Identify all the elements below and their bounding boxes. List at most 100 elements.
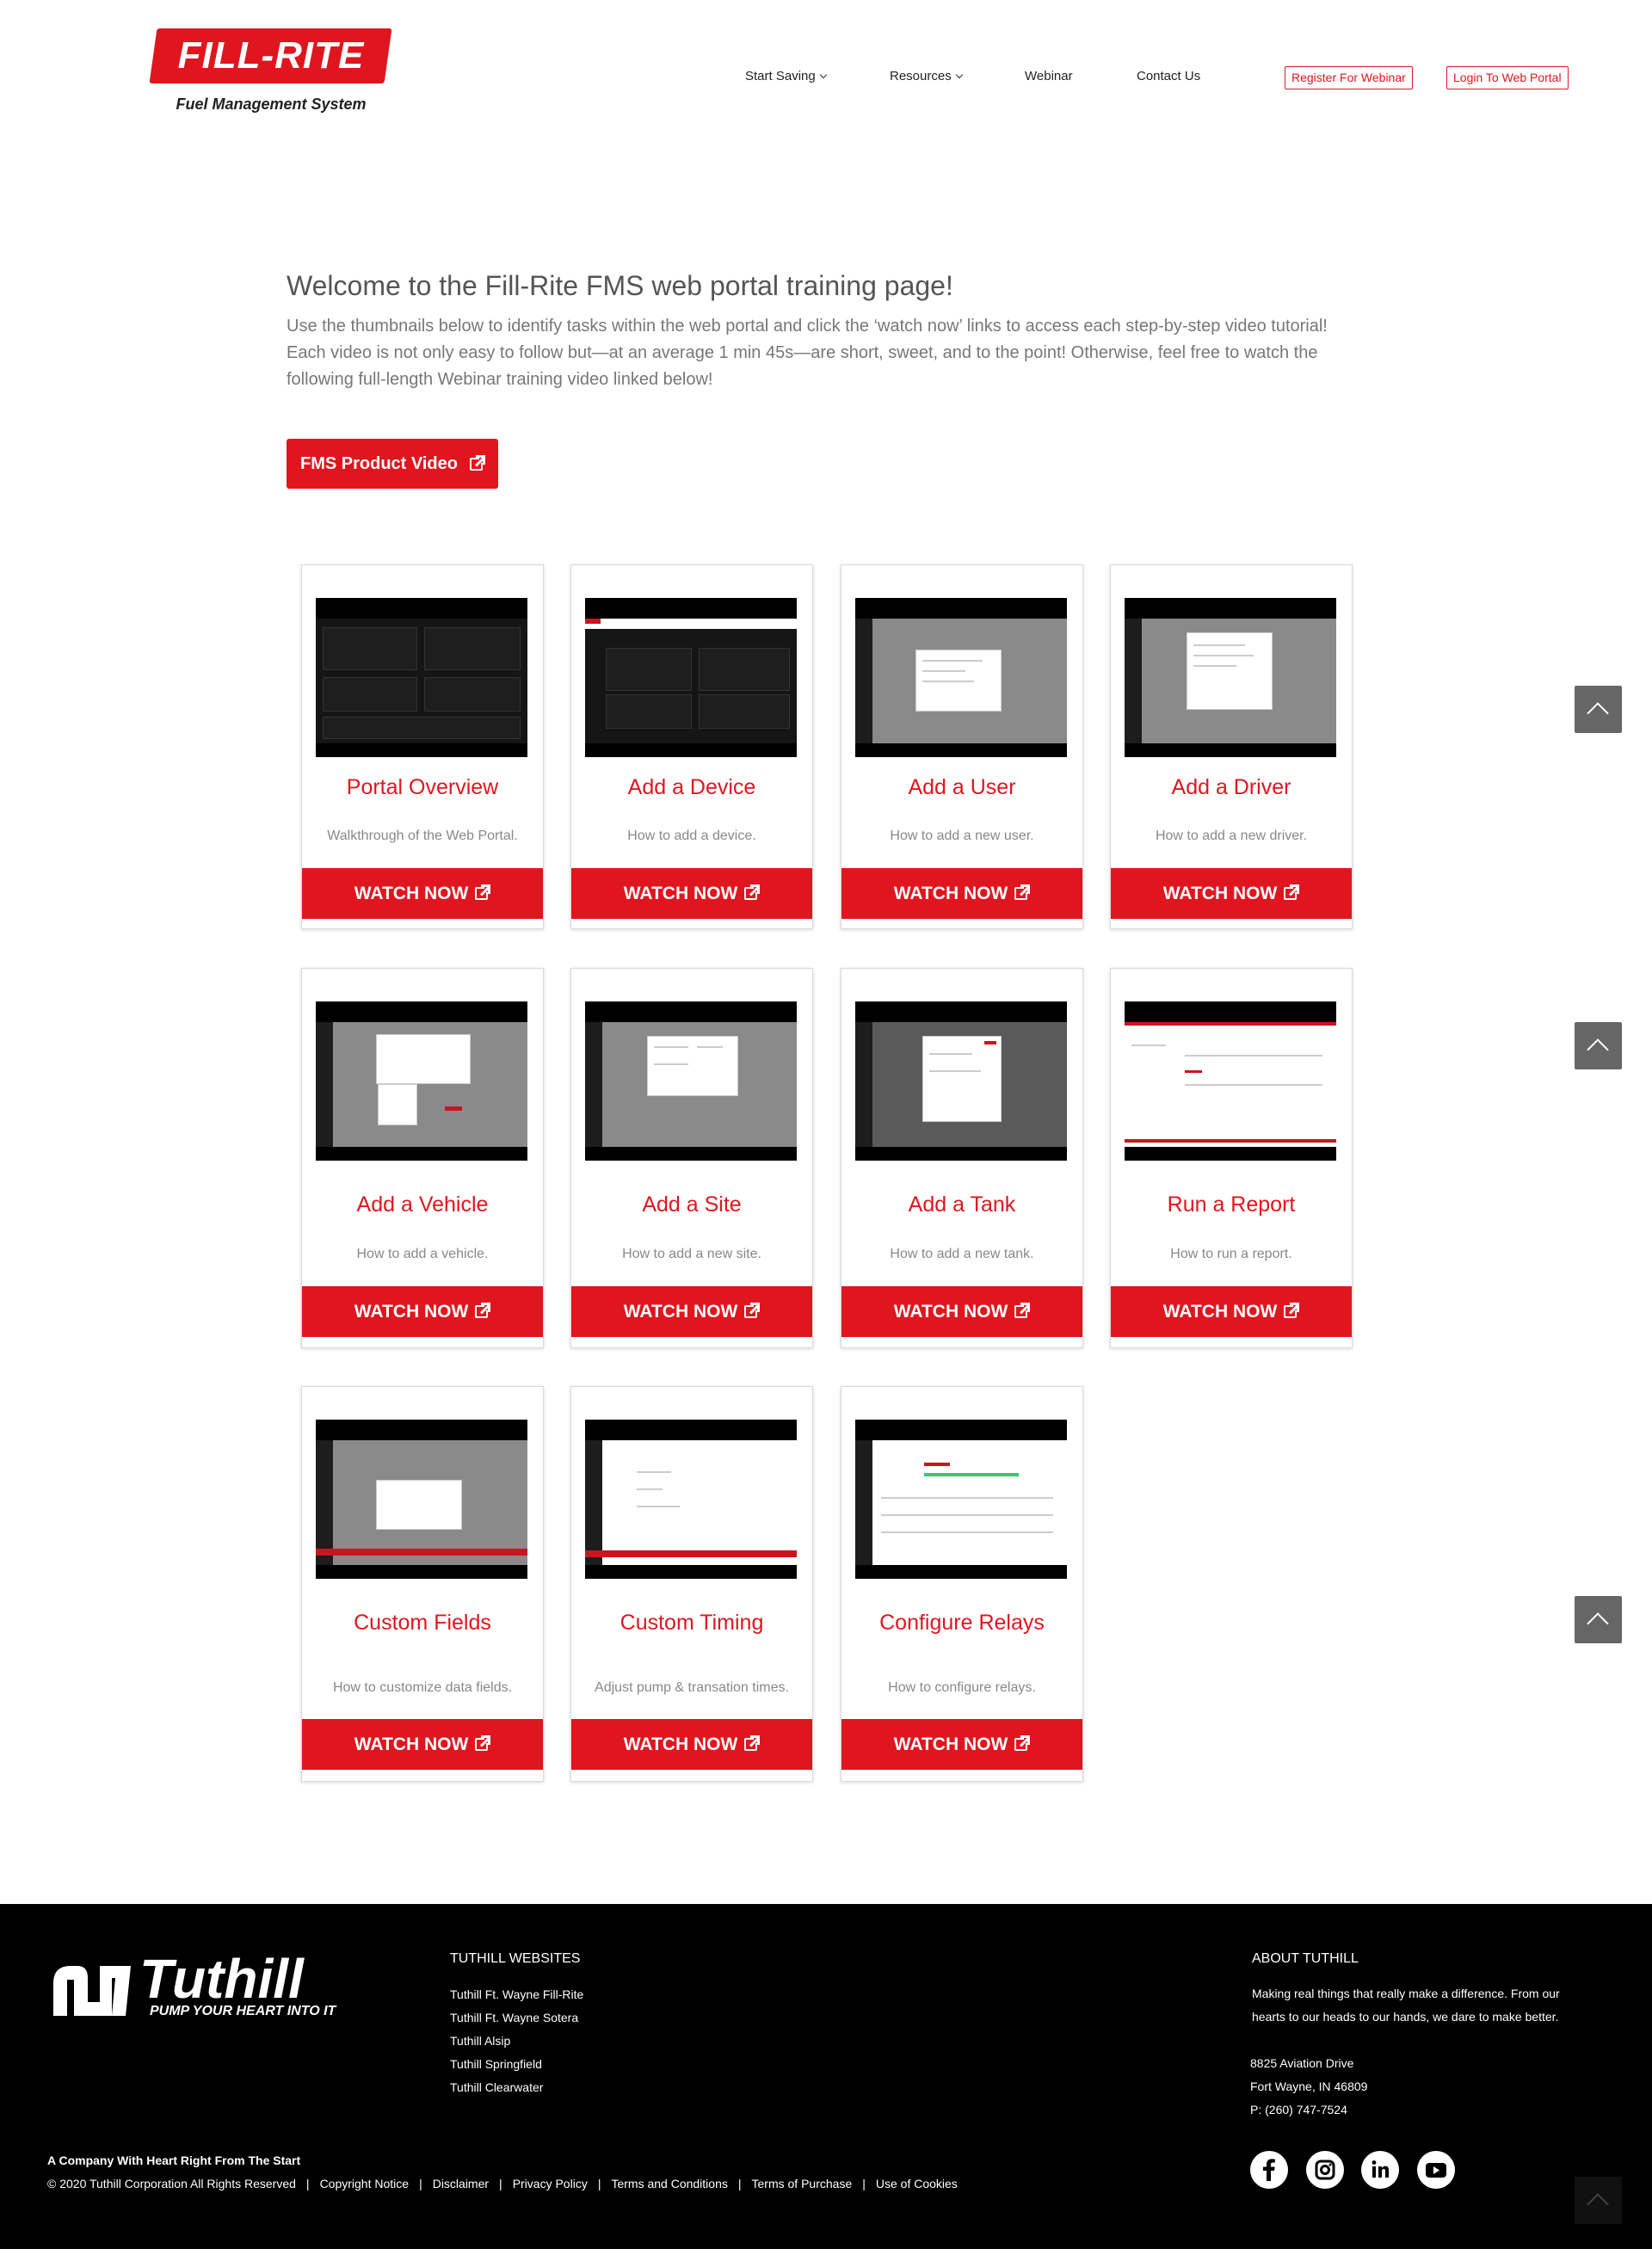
fill-rite-logo[interactable]: FILL-RITE Fuel Management System <box>149 28 392 123</box>
chevron-up-icon <box>1587 1038 1609 1061</box>
scroll-top-button[interactable] <box>1575 686 1622 733</box>
watch-now-label: WATCH NOW <box>1162 1302 1278 1322</box>
watch-now-button[interactable]: WATCH NOW <box>571 1719 812 1770</box>
watch-now-button[interactable]: WATCH NOW <box>841 868 1082 919</box>
website-link[interactable]: Tuthill Alsip <box>450 2034 510 2048</box>
video-thumbnail[interactable] <box>316 1001 527 1161</box>
video-card: Add a Driver How to add a new driver. WATC… <box>1110 564 1353 929</box>
video-thumbnail[interactable] <box>855 598 1067 757</box>
video-card: Custom Fields How to customize data field… <box>301 1386 544 1782</box>
external-link-icon <box>1014 1303 1032 1319</box>
nav-start-saving[interactable]: Start Saving <box>745 69 827 83</box>
website-link[interactable]: Tuthill Ft. Wayne Sotera <box>450 2011 578 2024</box>
video-thumbnail[interactable] <box>855 1420 1067 1579</box>
external-link-icon <box>744 884 762 901</box>
address-line: Fort Wayne, IN 46809 <box>1250 2080 1368 2093</box>
watch-now-button[interactable]: WATCH NOW <box>571 1286 812 1337</box>
card-title[interactable]: Add a User <box>841 775 1082 800</box>
external-link-icon <box>475 1303 493 1319</box>
video-thumbnail[interactable] <box>1125 598 1336 757</box>
card-description: How to add a new user. <box>890 829 1034 843</box>
address-line: 8825 Aviation Drive <box>1250 2056 1354 2070</box>
phone-number: P: (260) 747-7524 <box>1250 2103 1347 2117</box>
video-card: Add a Site How to add a new site. WATCH NO… <box>570 968 813 1348</box>
website-link[interactable]: Tuthill Springfield <box>450 2057 542 2071</box>
video-thumbnail[interactable] <box>585 1420 797 1579</box>
watch-now-button[interactable]: WATCH NOW <box>841 1719 1082 1770</box>
card-title[interactable]: Portal Overview <box>302 775 543 800</box>
instagram-icon[interactable] <box>1306 2151 1344 2189</box>
video-thumbnail[interactable] <box>585 1001 797 1161</box>
legal-link[interactable]: Privacy Policy <box>513 2177 588 2190</box>
tuthill-logo[interactable]: Tuthill PUMP YOUR HEART INTO IT <box>48 1947 341 2024</box>
watch-now-button[interactable]: WATCH NOW <box>571 868 812 919</box>
card-title[interactable]: Add a Site <box>571 1192 812 1217</box>
chevron-up-icon <box>1587 2193 1609 2215</box>
nav-webinar[interactable]: Webinar <box>1025 69 1073 83</box>
logo-subtitle: Fuel Management System <box>176 96 367 113</box>
video-thumbnail[interactable] <box>316 1420 527 1579</box>
website-link[interactable]: Tuthill Clearwater <box>450 2080 543 2094</box>
card-title[interactable]: Custom Timing <box>571 1611 812 1636</box>
legal-link[interactable]: Disclaimer <box>433 2177 489 2190</box>
nav-contact-us[interactable]: Contact Us <box>1137 69 1200 83</box>
card-title[interactable]: Run a Report <box>1111 1192 1352 1217</box>
card-title[interactable]: Add a Tank <box>841 1192 1082 1217</box>
watch-now-button[interactable]: WATCH NOW <box>302 868 543 919</box>
video-card: Configure Relays How to configure relays.… <box>841 1386 1083 1782</box>
video-card: Add a Device How to add a device. WATCH NO… <box>570 564 813 929</box>
register-webinar-button[interactable]: Register For Webinar <box>1285 66 1413 89</box>
card-title[interactable]: Configure Relays <box>841 1611 1082 1636</box>
video-thumbnail[interactable] <box>316 598 527 757</box>
watch-now-label: WATCH NOW <box>893 1302 1008 1322</box>
youtube-icon[interactable] <box>1417 2151 1455 2189</box>
legal-link[interactable]: Use of Cookies <box>876 2177 958 2190</box>
fms-product-video-button[interactable]: FMS Product Video <box>287 439 498 489</box>
chevron-up-icon <box>1587 1612 1609 1635</box>
website-link[interactable]: Tuthill Ft. Wayne Fill-Rite <box>450 1987 583 2001</box>
watch-now-button[interactable]: WATCH NOW <box>302 1719 543 1770</box>
card-description: How to add a new driver. <box>1155 829 1308 843</box>
video-thumbnail[interactable] <box>1125 1001 1336 1161</box>
linkedin-icon[interactable] <box>1361 2151 1399 2189</box>
card-title[interactable]: Custom Fields <box>302 1611 543 1636</box>
video-thumbnail[interactable] <box>855 1001 1067 1161</box>
facebook-icon[interactable] <box>1250 2151 1288 2189</box>
card-title[interactable]: Add a Vehicle <box>302 1192 543 1217</box>
legal-link[interactable]: Terms of Purchase <box>752 2177 853 2190</box>
watch-now-button[interactable]: WATCH NOW <box>1111 868 1352 919</box>
scroll-top-button[interactable] <box>1575 1022 1622 1069</box>
about-text-line: hearts to our heads to our hands, we dar… <box>1252 2010 1559 2024</box>
scroll-top-button[interactable] <box>1575 1596 1622 1643</box>
watch-now-label: WATCH NOW <box>623 1735 738 1754</box>
external-link-icon <box>744 1735 762 1752</box>
legal-link[interactable]: Copyright Notice <box>320 2177 410 2190</box>
scroll-top-button[interactable] <box>1575 2177 1622 2224</box>
card-title[interactable]: Add a Driver <box>1111 775 1352 800</box>
nav-resources[interactable]: Resources <box>890 69 963 83</box>
watch-now-label: WATCH NOW <box>893 884 1008 903</box>
nav-label: Resources <box>890 69 952 83</box>
legal-link[interactable]: Terms and Conditions <box>611 2177 727 2190</box>
card-description: Walkthrough of the Web Portal. <box>327 829 518 843</box>
watch-now-label: WATCH NOW <box>354 884 469 903</box>
card-title[interactable]: Add a Device <box>571 775 812 800</box>
external-link-icon <box>469 454 487 471</box>
watch-now-button[interactable]: WATCH NOW <box>1111 1286 1352 1337</box>
nav-label: Contact Us <box>1137 69 1201 83</box>
site-footer: Tuthill PUMP YOUR HEART INTO IT TUTHILL … <box>0 1904 1652 2249</box>
logo-text: FILL-RITE <box>177 34 365 77</box>
watch-now-label: WATCH NOW <box>354 1302 469 1322</box>
tuthill-name: Tuthill <box>139 1948 304 2010</box>
card-description: How to add a vehicle. <box>356 1247 489 1261</box>
watch-now-label: WATCH NOW <box>354 1735 469 1754</box>
chevron-down-icon <box>819 71 827 79</box>
external-link-icon <box>744 1303 762 1319</box>
product-button-label: FMS Product Video <box>300 454 458 473</box>
login-portal-button[interactable]: Login To Web Portal <box>1446 66 1569 89</box>
external-link-icon <box>475 1735 493 1752</box>
video-thumbnail[interactable] <box>585 598 797 757</box>
watch-now-button[interactable]: WATCH NOW <box>841 1286 1082 1337</box>
watch-now-button[interactable]: WATCH NOW <box>302 1286 543 1337</box>
intro-paragraph: Use the thumbnails below to identify tas… <box>287 317 1328 389</box>
